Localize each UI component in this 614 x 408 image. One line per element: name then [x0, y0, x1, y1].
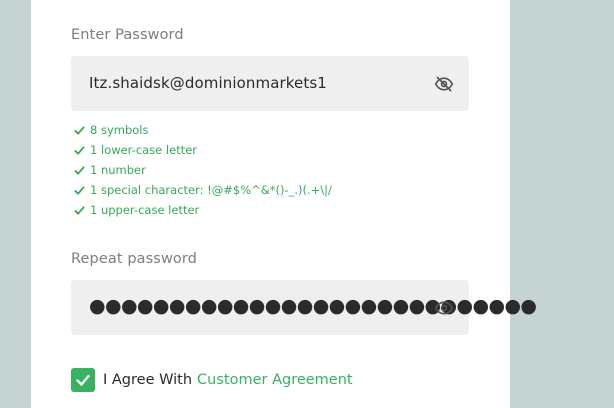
checkmark-icon: [76, 374, 90, 386]
eye-icon[interactable]: [434, 298, 454, 318]
rule-item: 1 number: [74, 160, 332, 180]
password-input[interactable]: Itz.shaidsk@dominionmarkets1: [71, 56, 469, 111]
registration-panel: Enter Password Itz.shaidsk@dominionmarke…: [31, 0, 537, 408]
eye-off-icon[interactable]: [434, 74, 454, 94]
check-icon: [74, 125, 85, 135]
password-label: Enter Password: [71, 27, 184, 43]
check-icon: [74, 145, 85, 155]
password-rules-list: 8 symbols 1 lower-case letter 1 number 1…: [74, 120, 332, 220]
check-icon: [74, 165, 85, 175]
rule-text: 8 symbols: [90, 123, 149, 137]
repeat-password-label: Repeat password: [71, 251, 197, 267]
rule-item: 8 symbols: [74, 120, 332, 140]
password-input-value[interactable]: Itz.shaidsk@dominionmarkets1: [89, 74, 327, 92]
check-icon: [74, 185, 85, 195]
rule-text: 1 lower-case letter: [90, 143, 198, 157]
check-icon: [74, 205, 85, 215]
rule-text: 1 number: [90, 163, 146, 177]
rule-item: 1 upper-case letter: [74, 200, 332, 220]
repeat-password-input-value[interactable]: ●●●●●●●●●●●●●●●●●●●●●●●●●●●●: [89, 295, 537, 317]
agreement-row: I Agree With Customer Agreement: [71, 368, 353, 392]
rule-text: 1 upper-case letter: [90, 203, 200, 217]
rule-item: 1 lower-case letter: [74, 140, 332, 160]
rule-text: 1 special character: !@#$%^&*()-_.)(.+\|…: [90, 183, 332, 197]
agreement-checkbox[interactable]: [71, 368, 95, 392]
repeat-password-input[interactable]: ●●●●●●●●●●●●●●●●●●●●●●●●●●●●: [71, 280, 537, 335]
agreement-text: I Agree With: [103, 372, 193, 388]
customer-agreement-link[interactable]: Customer Agreement: [197, 372, 353, 388]
rule-item: 1 special character: !@#$%^&*()-_.)(.+\|…: [74, 180, 332, 200]
